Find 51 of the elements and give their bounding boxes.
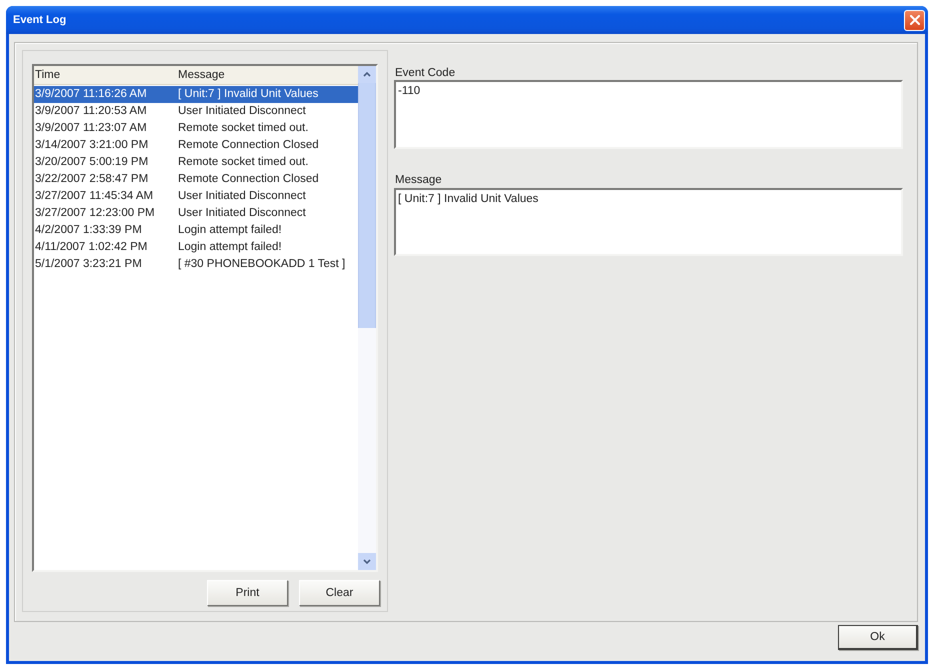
time-cell-text: 3/27/2007 12:23:00 PM — [34, 206, 156, 221]
event-row[interactable]: 3/27/2007 11:45:34 AM User Initiated Disconnect — [34, 188, 358, 205]
time-cell-text: 3/22/2007 2:58:47 PM — [34, 172, 150, 187]
ok-button[interactable]: Ok — [838, 625, 918, 650]
scrollbar-track[interactable] — [358, 66, 376, 570]
message-label: Message — [394, 173, 442, 187]
time-cell-text: 5/1/2007 3:23:21 PM — [34, 257, 143, 272]
message-cell-text: [ #30 PHONEBOOKADD 1 Test ] — [177, 257, 346, 272]
event-code-label: Event Code — [394, 66, 456, 80]
message-cell-text: Remote Connection Closed — [177, 138, 320, 153]
time-cell-text: 3/9/2007 11:23:07 AM — [34, 121, 148, 136]
column-header[interactable]: Message — [177, 66, 358, 84]
message-cell-text: Remote Connection Closed — [177, 172, 320, 187]
event-row[interactable]: 3/9/2007 11:23:07 AM Remote socket timed out. — [34, 120, 358, 137]
message-cell-text: User Initiated Disconnect — [177, 189, 307, 204]
event-row[interactable]: 4/11/2007 1:02:42 PM Login attempt failed! — [34, 239, 358, 256]
event-row[interactable]: 3/9/2007 11:16:26 AM [ Unit:7 ] Invalid Unit Values — [34, 86, 358, 103]
clear-button[interactable]: Clear — [299, 580, 380, 606]
message-cell-text: Remote socket timed out. — [177, 121, 310, 136]
time-cell-text: 3/9/2007 11:16:26 AM — [34, 87, 148, 102]
scroll-up-button[interactable] — [358, 66, 376, 83]
time-cell-text: 3/9/2007 11:20:53 AM — [34, 104, 148, 119]
time-cell-text: 3/14/2007 3:21:00 PM — [34, 138, 150, 153]
event-code-field[interactable]: -110 — [394, 80, 903, 149]
close-button[interactable] — [904, 10, 925, 30]
window-title: Event Log — [13, 14, 66, 26]
time-cell-text: 4/11/2007 1:02:42 PM — [34, 240, 148, 255]
event-row[interactable]: 3/9/2007 11:20:53 AM User Initiated Disconnect — [34, 103, 358, 120]
message-cell-text: Login attempt failed! — [177, 223, 283, 238]
scrollbar-thumb[interactable] — [358, 83, 376, 328]
chevron-down-icon — [363, 559, 371, 564]
message-cell-text: User Initiated Disconnect — [177, 206, 307, 221]
message-cell-text: User Initiated Disconnect — [177, 104, 307, 119]
print-button[interactable]: Print — [207, 580, 288, 606]
chevron-up-icon — [363, 72, 371, 77]
message-cell-text: Remote socket timed out. — [177, 155, 310, 170]
event-row[interactable]: 5/1/2007 3:23:21 PM [ #30 PHONEBOOKADD 1 Test ] — [34, 256, 358, 273]
time-cell-text: 3/27/2007 11:45:34 AM — [34, 189, 154, 204]
column-header[interactable]: Time — [34, 66, 177, 84]
message-cell-text: Login attempt failed! — [177, 240, 283, 255]
close-icon — [910, 15, 920, 25]
event-row[interactable]: 3/27/2007 12:23:00 PM User Initiated Disconnect — [34, 205, 358, 222]
event-row[interactable]: 3/20/2007 5:00:19 PM Remote socket timed out. — [34, 154, 358, 171]
scroll-down-button[interactable] — [358, 553, 376, 570]
message-cell-text: [ Unit:7 ] Invalid Unit Values — [177, 87, 320, 102]
event-row[interactable]: 3/22/2007 2:58:47 PM Remote Connection Closed — [34, 171, 358, 188]
time-cell-text: 4/2/2007 1:33:39 PM — [34, 223, 143, 238]
message-field[interactable]: [ Unit:7 ] Invalid Unit Values — [394, 188, 903, 256]
event-row[interactable]: 3/14/2007 3:21:00 PM Remote Connection Closed — [34, 137, 358, 154]
time-cell-text: 3/20/2007 5:00:19 PM — [34, 155, 150, 170]
event-row[interactable]: 4/2/2007 1:33:39 PM Login attempt failed! — [34, 222, 358, 239]
